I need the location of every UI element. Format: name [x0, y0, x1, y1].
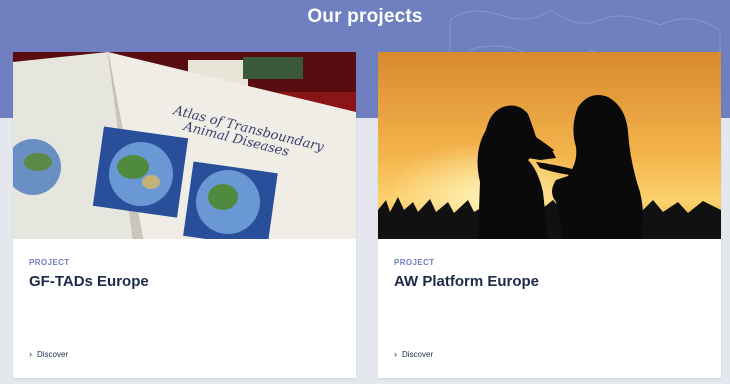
card-title[interactable]: GF-TADs Europe — [29, 273, 149, 290]
discover-label: Discover — [402, 350, 434, 359]
discover-link[interactable]: › Discover — [29, 349, 69, 360]
chevron-right-icon: › — [29, 349, 32, 359]
chevron-right-icon: › — [394, 349, 397, 359]
project-image-atlas: Atlas of Transboundary Animal Diseases — [13, 52, 356, 239]
discover-label: Discover — [37, 350, 69, 359]
card-tag: PROJECT — [394, 258, 435, 267]
project-card-aw-platform[interactable]: PROJECT AW Platform Europe › Discover — [378, 52, 721, 378]
card-title[interactable]: AW Platform Europe — [394, 273, 539, 290]
project-image-sunset — [378, 52, 721, 239]
discover-link[interactable]: › Discover — [394, 349, 434, 360]
section-title: Our projects — [307, 6, 423, 27]
project-card-gf-tads[interactable]: Atlas of Transboundary Animal Diseases P… — [13, 52, 356, 378]
card-tag: PROJECT — [29, 258, 70, 267]
